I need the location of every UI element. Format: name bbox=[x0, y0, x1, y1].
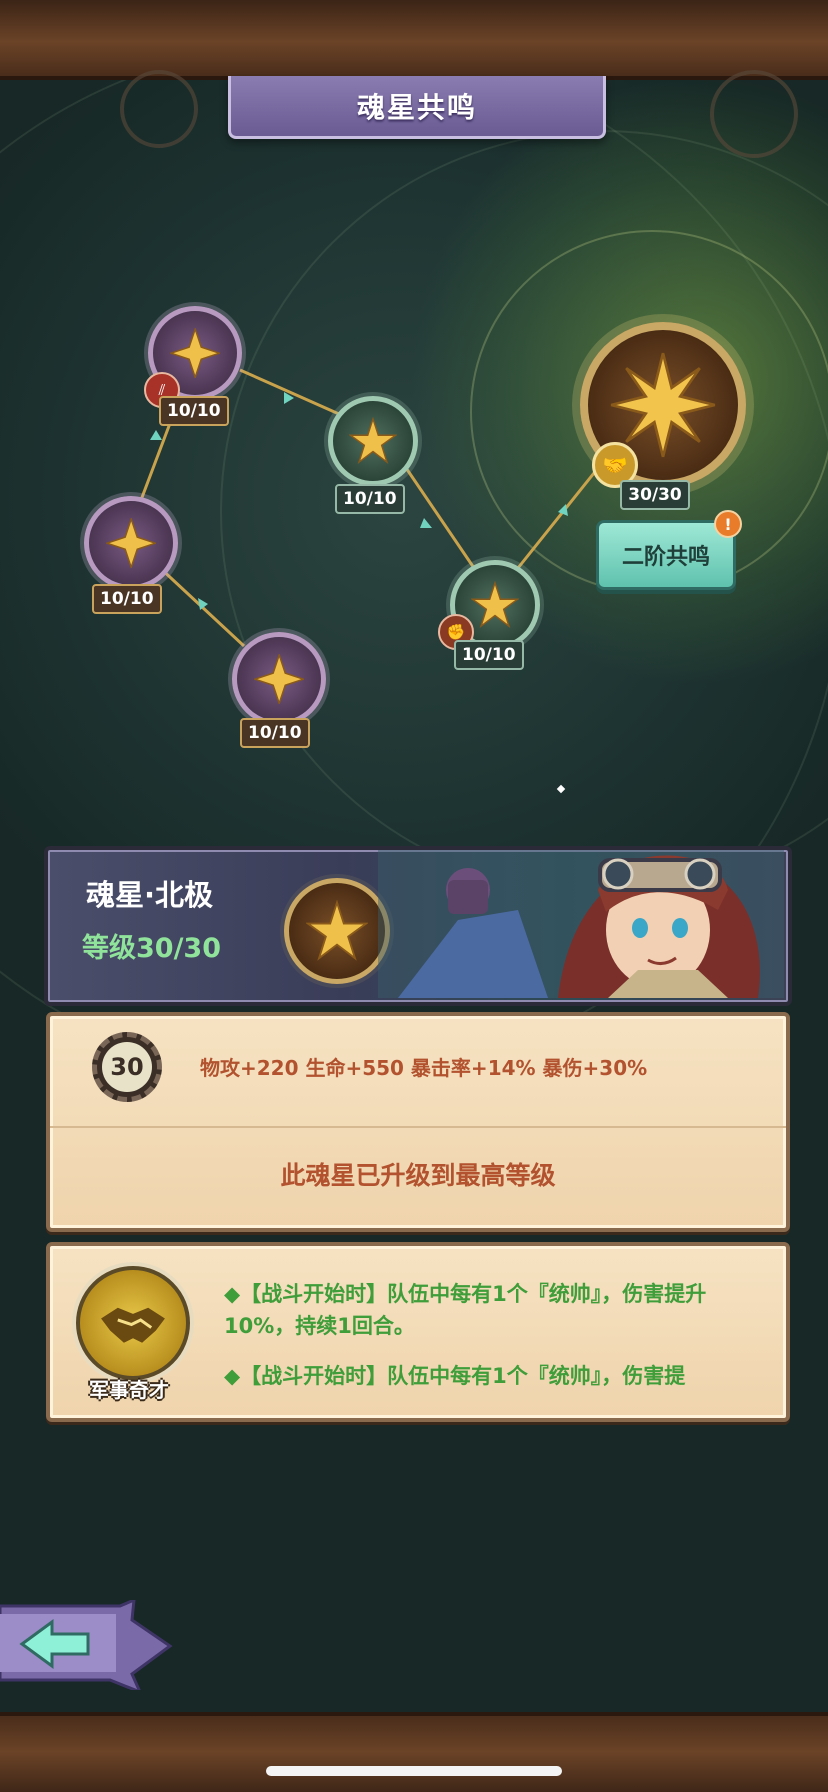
node-level-label: 10/10 bbox=[454, 640, 524, 670]
skill-description-1: ◆【战斗开始时】队伍中每有1个『统帅』，伤害提升10%，持续1回合。 bbox=[224, 1282, 707, 1338]
panel-divider bbox=[50, 1126, 786, 1128]
character-portrait bbox=[378, 850, 784, 998]
selected-star-icon bbox=[284, 878, 390, 984]
skill-name: 军事奇才 bbox=[89, 1378, 169, 1402]
skill-description-2: ◆【战斗开始时】队伍中每有1个『统帅』，伤害提 bbox=[224, 1364, 686, 1388]
four-point-star-icon bbox=[253, 653, 305, 705]
skill-panel: 军事奇才 ◆【战斗开始时】队伍中每有1个『统帅』，伤害提升10%，持续1回合。 … bbox=[46, 1242, 790, 1422]
node-level-label: 10/10 bbox=[92, 584, 162, 614]
eight-point-star-icon bbox=[610, 352, 716, 458]
attribute-level-number: 30 bbox=[102, 1042, 152, 1092]
node-disc bbox=[84, 496, 178, 590]
home-indicator[interactable] bbox=[266, 1766, 562, 1776]
five-point-star-icon bbox=[306, 900, 368, 961]
resonance-screen: 魂星共鸣 ⫽ 10/10 10/10 10/10 10/10 ✊ 10/10 🤝… bbox=[0, 0, 828, 1792]
node-disc bbox=[328, 396, 418, 486]
node-level-label: 10/10 bbox=[159, 396, 229, 426]
handshake-glyph bbox=[101, 1307, 165, 1343]
node-disc bbox=[232, 632, 326, 726]
five-point-star-icon bbox=[471, 581, 519, 629]
star-level: 等级30/30 bbox=[82, 933, 222, 964]
back-button[interactable] bbox=[0, 1600, 176, 1690]
four-point-star-icon bbox=[105, 517, 157, 569]
star-name: 魂星·北极 bbox=[86, 878, 214, 912]
attribute-stats: 物攻+220 生命+550 暴击率+14% 暴伤+30% bbox=[200, 1056, 648, 1080]
handshake-icon[interactable] bbox=[76, 1266, 190, 1380]
star-info-header: 魂星·北极 等级30/30 bbox=[44, 846, 792, 1006]
four-point-star-icon bbox=[169, 327, 221, 379]
attribute-panel: 30 物攻+220 生命+550 暴击率+14% 暴伤+30% 此魂星已升级到最… bbox=[46, 1012, 790, 1232]
node-level-label: 30/30 bbox=[620, 480, 690, 510]
level-gear-icon: 30 bbox=[92, 1032, 162, 1102]
five-point-star-icon bbox=[349, 417, 397, 465]
node-level-label: 10/10 bbox=[335, 484, 405, 514]
bottom-wood-bar bbox=[0, 1712, 828, 1792]
node-level-label: 10/10 bbox=[240, 718, 310, 748]
max-level-message: 此魂星已升级到最高等级 bbox=[280, 1161, 556, 1190]
alert-icon: ! bbox=[714, 510, 742, 538]
